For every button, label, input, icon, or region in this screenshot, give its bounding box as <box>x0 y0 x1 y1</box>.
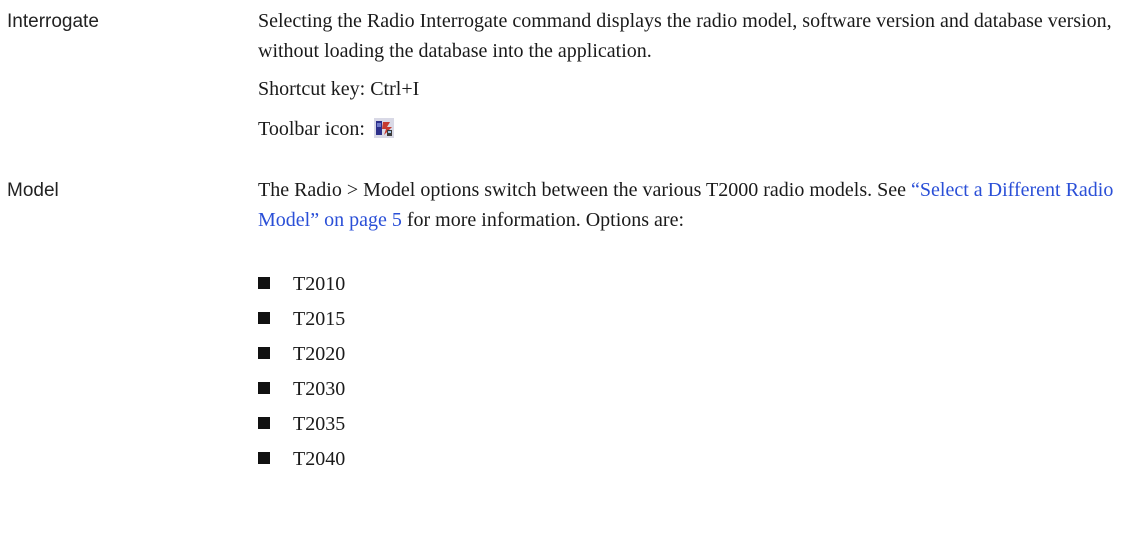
interrogate-shortcut: Shortcut key: Ctrl+I <box>258 78 420 100</box>
interrogate-toolbar-line: Toolbar icon: <box>258 114 1118 144</box>
list-item: T2010 <box>258 267 345 302</box>
model-description: The Radio > Model options switch between… <box>258 175 1118 235</box>
list-item: T2040 <box>258 442 345 477</box>
option-label: T2010 <box>293 273 346 295</box>
bullet-square-icon <box>258 347 270 359</box>
option-label: T2015 <box>293 308 346 330</box>
bullet-square-icon <box>258 312 270 324</box>
bullet-square-icon <box>258 452 270 464</box>
model-text-before: The Radio > Model options switch between… <box>258 179 912 201</box>
bullet-square-icon <box>258 382 270 394</box>
list-item: T2035 <box>258 407 345 442</box>
model-text-after: for more information. Options are: <box>401 209 685 231</box>
bullet-square-icon <box>258 277 270 289</box>
option-label: T2030 <box>293 378 346 400</box>
interrogate-description: Selecting the Radio Interrogate command … <box>258 10 1112 62</box>
list-item: T2015 <box>258 302 345 337</box>
list-item: T2030 <box>258 372 345 407</box>
model-options-list: T2010 T2015 T2020 T2030 T2035 T2040 <box>258 267 345 477</box>
radio-interrogate-icon <box>373 117 394 138</box>
term-interrogate: Interrogate <box>7 11 99 32</box>
interrogate-section: Selecting the Radio Interrogate command … <box>258 6 1118 144</box>
list-item: T2020 <box>258 337 345 372</box>
option-label: T2035 <box>293 413 346 435</box>
option-label: T2020 <box>293 343 346 365</box>
toolbar-icon-label: Toolbar icon: <box>258 118 365 140</box>
model-section: The Radio > Model options switch between… <box>258 175 1118 235</box>
term-model: Model <box>7 180 59 201</box>
option-label: T2040 <box>293 448 346 470</box>
bullet-square-icon <box>258 417 270 429</box>
